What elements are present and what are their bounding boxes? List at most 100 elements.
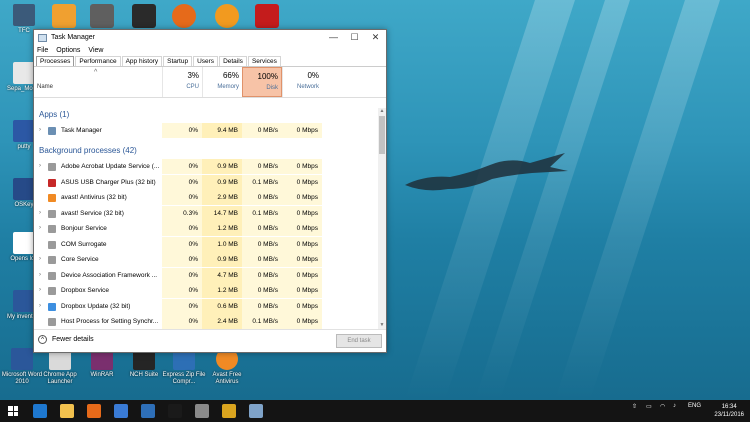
battery-icon[interactable]: ▭ — [646, 403, 652, 410]
audio-editor-icon[interactable] — [132, 4, 156, 28]
tab-app-history[interactable]: App history — [121, 56, 163, 66]
network-icon[interactable]: ⇧ — [632, 403, 637, 410]
cmd-icon[interactable] — [168, 404, 182, 418]
desktop-icon-label: NCH Suite — [129, 372, 159, 378]
memory-cell: 1.2 MB — [202, 221, 242, 236]
expand-chevron-icon[interactable]: › — [39, 123, 41, 138]
flame-app-icon[interactable] — [215, 4, 239, 28]
scroll-up-icon[interactable]: ▲ — [378, 108, 386, 115]
volume-icon[interactable]: ♪ — [673, 403, 676, 409]
tab-performance[interactable]: Performance — [75, 56, 121, 66]
table-row[interactable]: › Adobe Acrobat Update Service (... 0% 0.9 … — [34, 159, 378, 174]
edge-icon[interactable] — [33, 404, 47, 418]
table-row[interactable]: › Device Association Framework ... 0% 4.7 M… — [34, 267, 378, 283]
expand-chevron-icon[interactable]: › — [39, 159, 41, 174]
disk-label: Disk — [266, 85, 278, 91]
scroll-thumb[interactable] — [379, 116, 385, 154]
tab-users[interactable]: Users — [193, 56, 219, 66]
process-icon — [48, 209, 56, 218]
column-network[interactable]: 0% Network — [282, 67, 322, 97]
end-task-button[interactable]: End task — [336, 334, 382, 348]
firefox-icon[interactable] — [172, 4, 196, 28]
menu-view[interactable]: View — [88, 47, 103, 54]
disk-cell: 0.1 MB/s — [242, 314, 282, 329]
firefox-icon[interactable] — [87, 404, 101, 418]
clock[interactable]: 16:34 23/11/2016 — [714, 403, 744, 419]
fewer-details-link[interactable]: ^ Fewer details — [38, 335, 94, 344]
close-button[interactable]: ✕ — [365, 30, 386, 45]
table-row[interactable]: ASUS USB Charger Plus (32 bit) 0% 0.9 MB 0.… — [34, 174, 378, 190]
group-background: Background processes (42) — [39, 146, 137, 155]
maximize-button[interactable]: ☐ — [344, 30, 365, 45]
column-header: ^ Name 3% CPU 66% Memory 100% Disk 0% Ne… — [34, 67, 386, 98]
menu-options[interactable]: Options — [56, 47, 80, 54]
desktop-icon[interactable]: Chrome App Launcher — [38, 348, 82, 386]
acrobat-icon[interactable] — [255, 4, 279, 28]
calculator-icon[interactable] — [90, 4, 114, 28]
network-cell: 0 Mbps — [282, 221, 322, 236]
expand-chevron-icon[interactable]: › — [39, 283, 41, 298]
menu-file[interactable]: File — [37, 47, 48, 54]
process-icon — [48, 178, 56, 187]
table-row[interactable]: › avast! Service (32 bit) 0.3% 14.7 MB 0.1 M… — [34, 205, 378, 221]
column-cpu[interactable]: 3% CPU — [162, 67, 202, 97]
memory-total: 66% — [222, 71, 239, 80]
bug-app-icon[interactable] — [195, 404, 209, 418]
tab-strip: Processes Performance App history Startu… — [34, 56, 386, 67]
footer: ^ Fewer details End task — [34, 329, 386, 352]
table-row[interactable]: COM Surrogate 0% 1.0 MB 0 MB/s 0 Mbps — [34, 236, 378, 252]
table-row[interactable]: › Task Manager 0% 9.4 MB 0 MB/s 0 Mbps — [34, 123, 378, 138]
wifi-icon[interactable]: ◠ — [660, 403, 665, 410]
tab-services[interactable]: Services — [247, 56, 281, 66]
task-manager-icon[interactable] — [249, 404, 263, 418]
table-row[interactable]: › Dropbox Update (32 bit) 0% 0.6 MB 0 MB/s 0 … — [34, 298, 378, 314]
tab-startup[interactable]: Startup — [163, 56, 193, 66]
disk-cell: 0 MB/s — [242, 298, 282, 314]
disk-cell: 0.1 MB/s — [242, 205, 282, 221]
vertical-scrollbar[interactable]: ▲ ▼ — [378, 108, 386, 329]
windows-start-icon[interactable] — [8, 406, 18, 416]
file-explorer-icon[interactable] — [60, 404, 74, 418]
process-name: Host Process for Setting Synchr... — [61, 318, 159, 325]
chrome-icon[interactable] — [222, 404, 236, 418]
table-row[interactable]: Host Process for Setting Synchr... 0% 2.4 … — [34, 314, 378, 329]
disk-cell: 0 MB/s — [242, 236, 282, 252]
table-row[interactable]: › Bonjour Service 0% 1.2 MB 0 MB/s 0 Mbps — [34, 221, 378, 236]
memory-cell: 0.9 MB — [202, 252, 242, 267]
column-disk[interactable]: 100% Disk — [242, 67, 282, 97]
minimize-button[interactable]: — — [323, 30, 344, 45]
tab-processes[interactable]: Processes — [36, 56, 75, 66]
expand-chevron-icon[interactable]: › — [39, 206, 41, 221]
sync-app-icon[interactable] — [52, 4, 76, 28]
expand-chevron-icon[interactable]: › — [39, 299, 41, 314]
memory-cell: 9.4 MB — [202, 123, 242, 138]
sort-arrow-icon: ^ — [94, 69, 98, 76]
language-indicator[interactable]: ENG — [688, 403, 701, 409]
task-manager-window: Task Manager — ☐ ✕ File Options View Pro… — [33, 29, 387, 353]
desktop-icon[interactable]: Avast Free Antivirus — [205, 348, 249, 386]
process-name: Dropbox Service — [61, 287, 110, 294]
process-name: Device Association Framework ... — [61, 271, 158, 279]
desktop-icon[interactable]: Express Zip File Compr... — [162, 348, 206, 386]
memory-cell: 2.9 MB — [202, 190, 242, 205]
table-row[interactable]: › Dropbox Service 0% 1.2 MB 0 MB/s 0 Mbps — [34, 283, 378, 298]
column-memory[interactable]: 66% Memory — [202, 67, 242, 97]
desktop-icon-label: Chrome App Launcher — [43, 372, 77, 385]
cpu-cell: 0% — [162, 123, 202, 138]
title-bar[interactable]: Task Manager — ☐ ✕ — [34, 30, 386, 45]
light-ray — [555, 0, 720, 400]
text-file-icon — [13, 232, 35, 254]
cpu-cell: 0% — [162, 283, 202, 298]
desktop-icon-label: Express Zip File Compr... — [162, 372, 206, 385]
store-icon[interactable] — [114, 404, 128, 418]
table-row[interactable]: › Core Service 0% 0.9 MB 0 MB/s 0 Mbps — [34, 252, 378, 267]
expand-chevron-icon[interactable]: › — [39, 252, 41, 267]
column-name[interactable]: Name — [37, 84, 53, 90]
table-row[interactable]: avast! Antivirus (32 bit) 0% 2.9 MB 0 MB/s 0… — [34, 190, 378, 205]
expand-chevron-icon[interactable]: › — [39, 268, 41, 283]
scroll-down-icon[interactable]: ▼ — [378, 322, 386, 329]
memory-cell: 4.7 MB — [202, 267, 242, 283]
expand-chevron-icon[interactable]: › — [39, 221, 41, 236]
tab-details[interactable]: Details — [219, 56, 247, 66]
mail-icon[interactable] — [141, 404, 155, 418]
